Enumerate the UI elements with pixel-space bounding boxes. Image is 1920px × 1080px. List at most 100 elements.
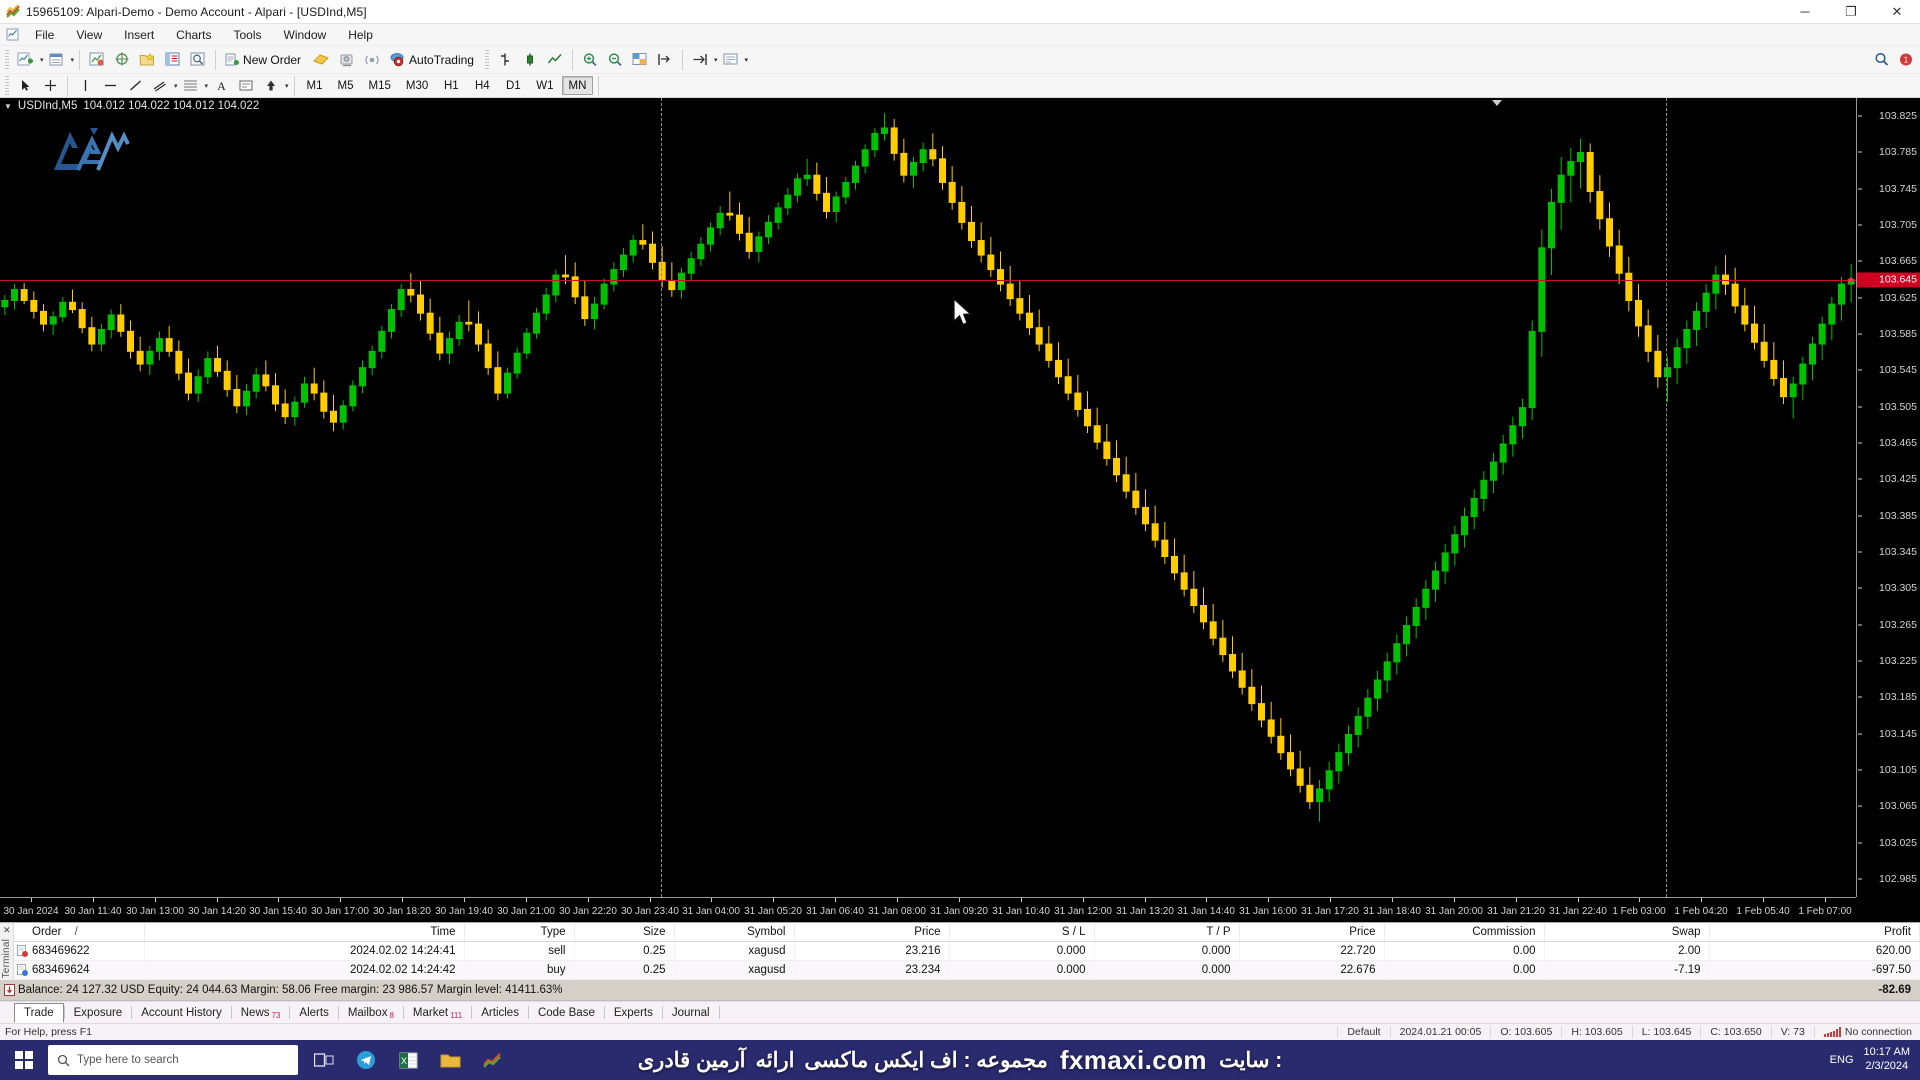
col-size[interactable]: Size — [574, 923, 674, 942]
tab-articles[interactable]: Articles — [472, 1003, 528, 1023]
col-order[interactable]: Order / — [14, 923, 144, 942]
timeframe-m30[interactable]: M30 — [399, 76, 435, 95]
grid-toggle-button[interactable] — [628, 48, 652, 72]
search-icon[interactable] — [1869, 48, 1893, 72]
tab-journal[interactable]: Journal — [663, 1003, 719, 1023]
alerts-button[interactable] — [360, 48, 384, 72]
table-row[interactable]: 683469622 2024.02.02 14:24:41 sell 0.25 … — [14, 942, 1920, 961]
excel-icon[interactable]: X — [388, 1041, 428, 1079]
menu-file[interactable]: File — [24, 24, 65, 45]
horizontal-line-tool-button[interactable] — [98, 74, 122, 98]
col-profit[interactable]: Profit — [1709, 923, 1920, 942]
menu-charts[interactable]: Charts — [165, 24, 222, 45]
toolbar2-grip[interactable] — [5, 76, 9, 96]
zoom-in-button[interactable] — [578, 48, 602, 72]
text-tool-button[interactable]: A — [209, 74, 233, 98]
profiles-dropdown[interactable]: ▾ — [71, 56, 75, 64]
arrow-dropdown[interactable]: ▾ — [285, 82, 289, 90]
cursor-tool-button[interactable] — [13, 74, 37, 98]
timeframe-w1[interactable]: W1 — [529, 76, 560, 95]
line-chart-button[interactable] — [543, 48, 567, 72]
profiles-button[interactable] — [45, 48, 69, 72]
chart-canvas[interactable]: 103.825103.785103.745103.705103.665103.6… — [0, 98, 1920, 922]
candlestick-chart-button[interactable] — [518, 48, 542, 72]
menu-view[interactable]: View — [65, 24, 113, 45]
col-time[interactable]: Time — [144, 923, 464, 942]
market-watch-button[interactable] — [85, 48, 109, 72]
templates-dropdown[interactable]: ▾ — [745, 56, 749, 64]
tab-code-base[interactable]: Code Base — [529, 1003, 604, 1023]
timeframe-h4[interactable]: H4 — [467, 76, 497, 95]
timeframe-m15[interactable]: M15 — [362, 76, 398, 95]
tab-mailbox[interactable]: Mailbox8 — [339, 1003, 403, 1023]
shift-end-button[interactable] — [653, 48, 677, 72]
tab-market[interactable]: Market111 — [404, 1003, 471, 1023]
channel-dropdown[interactable]: ▾ — [174, 82, 178, 90]
folder-icon[interactable] — [430, 1041, 470, 1079]
fibonacci-tool-button[interactable] — [179, 74, 203, 98]
status-connection[interactable]: No connection — [1814, 1026, 1920, 1038]
price-scale[interactable]: 103.825103.785103.745103.705103.665103.6… — [1856, 98, 1920, 897]
autotrading-button[interactable]: AutoTrading — [385, 48, 481, 72]
menu-window[interactable]: Window — [273, 24, 338, 45]
auto-scroll-button[interactable] — [688, 48, 712, 72]
tab-account-history[interactable]: Account History — [132, 1003, 231, 1023]
col-price-open[interactable]: Price — [794, 923, 949, 942]
tab-alerts[interactable]: Alerts — [290, 1003, 337, 1023]
navigator-button[interactable] — [135, 48, 160, 72]
indicators-dropdown[interactable]: ▾ — [714, 56, 718, 64]
menu-help[interactable]: Help — [337, 24, 384, 45]
col-commission[interactable]: Commission — [1384, 923, 1544, 942]
status-profile[interactable]: Default — [1337, 1026, 1389, 1038]
timeframe-h1[interactable]: H1 — [436, 76, 466, 95]
notification-badge[interactable]: 1 — [1894, 48, 1918, 72]
vertical-line-tool-button[interactable] — [73, 74, 97, 98]
timeframe-d1[interactable]: D1 — [498, 76, 528, 95]
minimize-button[interactable]: ─ — [1782, 0, 1828, 23]
metaeditor-button[interactable] — [309, 48, 334, 72]
mt4-taskbar-icon[interactable] — [472, 1041, 512, 1079]
text-label-tool-button[interactable] — [234, 74, 258, 98]
telegram-icon[interactable] — [346, 1041, 386, 1079]
tab-news[interactable]: News73 — [232, 1003, 290, 1023]
toolbar-grip[interactable] — [5, 50, 9, 70]
col-type[interactable]: Type — [464, 923, 574, 942]
close-button[interactable]: ✕ — [1874, 0, 1920, 23]
taskbar-search-input[interactable]: Type here to search — [48, 1045, 298, 1075]
data-window-button[interactable] — [110, 48, 134, 72]
col-symbol[interactable]: Symbol — [674, 923, 794, 942]
menu-tools[interactable]: Tools — [223, 24, 273, 45]
bar-chart-button[interactable] — [493, 48, 517, 72]
expert-advisors-button[interactable] — [335, 48, 359, 72]
terminal-close-icon[interactable]: ✕ — [3, 925, 11, 936]
timeframe-mn[interactable]: MN — [562, 76, 594, 95]
menu-insert[interactable]: Insert — [113, 24, 165, 45]
tab-experts[interactable]: Experts — [605, 1003, 662, 1023]
terminal-button[interactable] — [161, 48, 185, 72]
new-chart-dropdown[interactable]: ▾ — [40, 56, 44, 64]
maximize-button[interactable]: ❐ — [1828, 0, 1874, 23]
table-row[interactable]: 683469624 2024.02.02 14:24:42 buy 0.25 x… — [14, 961, 1920, 980]
start-button[interactable] — [0, 1051, 48, 1069]
new-order-button[interactable]: New Order — [221, 48, 308, 72]
tab-exposure[interactable]: Exposure — [65, 1003, 132, 1023]
strategy-tester-button[interactable] — [186, 48, 210, 72]
col-swap[interactable]: Swap — [1544, 923, 1709, 942]
timeframe-m1[interactable]: M1 — [300, 76, 330, 95]
col-sl[interactable]: S / L — [949, 923, 1094, 942]
new-chart-button[interactable] — [13, 48, 38, 72]
trendline-tool-button[interactable] — [123, 74, 147, 98]
equidistant-channel-button[interactable] — [148, 74, 172, 98]
chart-collapse-icon[interactable]: ▼ — [4, 102, 12, 111]
time-scale[interactable]: 30 Jan 202430 Jan 11:4030 Jan 13:0030 Ja… — [0, 897, 1856, 922]
task-view-icon[interactable] — [304, 1041, 344, 1079]
crosshair-tool-button[interactable] — [38, 74, 62, 98]
col-tp[interactable]: T / P — [1094, 923, 1239, 942]
zoom-out-button[interactable] — [603, 48, 627, 72]
timeframe-m5[interactable]: M5 — [331, 76, 361, 95]
col-price-current[interactable]: Price — [1239, 923, 1384, 942]
fibonacci-dropdown[interactable]: ▾ — [205, 82, 209, 90]
taskbar-clock[interactable]: 10:17 AM 2/3/2024 — [1864, 1046, 1910, 1074]
arrow-tool-button[interactable] — [259, 74, 283, 98]
chart-area[interactable]: ▼ USDInd,M5 104.012 104.022 104.012 104.… — [0, 98, 1920, 922]
